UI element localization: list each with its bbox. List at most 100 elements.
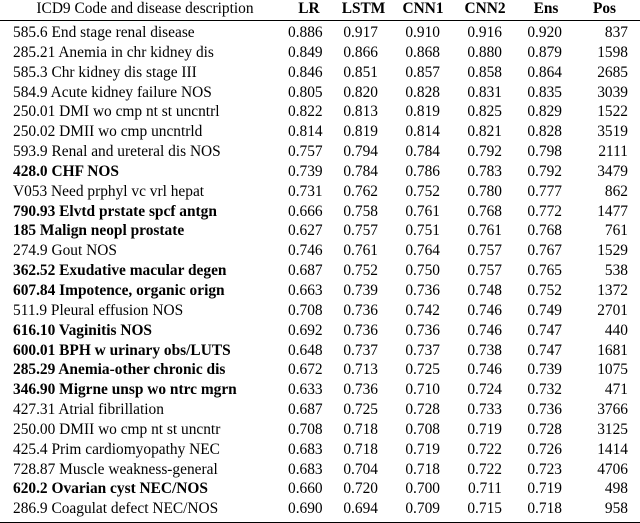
cell-pos: 3519 <box>597 123 628 141</box>
cell-ens: 0.728 <box>527 420 562 438</box>
cell-cnn1: 0.857 <box>405 63 440 81</box>
column-header-lstm: LSTM <box>341 0 386 17</box>
cell-lr: 0.683 <box>288 460 323 478</box>
cell-description: 250.00 DMII wo cmp nt st uncntr <box>13 420 221 438</box>
cell-ens: 0.747 <box>527 341 562 359</box>
column-header-cnn1: CNN1 <box>402 0 444 17</box>
cell-ens: 0.828 <box>527 123 562 141</box>
cell-lr: 0.814 <box>288 123 323 141</box>
cell-lr: 0.805 <box>288 83 323 101</box>
cell-description: 616.10 Vaginitis NOS <box>13 321 152 339</box>
cell-pos: 4706 <box>597 460 628 478</box>
cell-lr: 0.746 <box>288 242 323 260</box>
cell-description: 346.90 Migrne unsp wo ntrc mgrn <box>13 381 237 399</box>
cell-cnn1: 0.725 <box>405 361 440 379</box>
cell-pos: 1414 <box>597 440 628 458</box>
cell-ens: 0.765 <box>527 262 562 280</box>
cell-pos: 3125 <box>597 420 628 438</box>
cell-lr: 0.849 <box>288 43 323 61</box>
cell-lr: 0.633 <box>288 381 323 399</box>
cell-ens: 0.798 <box>527 143 562 161</box>
cell-pos: 1522 <box>597 103 628 121</box>
cell-ens: 0.749 <box>527 301 562 319</box>
table-row: 185 Malign neopl prostate 0.627 0.757 0.751… <box>0 221 640 241</box>
cell-cnn1: 0.736 <box>405 321 440 339</box>
cell-description: 185 Malign neopl prostate <box>13 222 185 240</box>
cell-lstm: 0.917 <box>343 24 378 41</box>
cell-cnn2: 0.746 <box>467 301 502 319</box>
results-table-container: ICD9 Code and disease description LR LST… <box>0 0 640 523</box>
cell-pos: 2701 <box>597 301 628 319</box>
cell-cnn2: 0.724 <box>467 381 502 399</box>
cell-lr: 0.687 <box>288 401 323 419</box>
results-table: ICD9 Code and disease description LR LST… <box>0 0 640 523</box>
cell-lstm: 0.851 <box>343 63 378 81</box>
cell-cnn1: 0.737 <box>405 341 440 359</box>
cell-lr: 0.690 <box>288 500 323 518</box>
cell-lr: 0.886 <box>288 24 323 41</box>
cell-cnn1: 0.710 <box>405 381 440 399</box>
cell-ens: 0.739 <box>527 361 562 379</box>
cell-cnn2: 0.746 <box>467 321 502 339</box>
cell-description: 285.21 Anemia in chr kidney dis <box>13 43 214 61</box>
cell-ens: 0.920 <box>527 24 562 41</box>
cell-cnn1: 0.751 <box>405 222 440 240</box>
table-row: 593.9 Renal and ureteral dis NOS 0.757 0.7… <box>0 142 640 162</box>
cell-cnn2: 0.821 <box>467 123 502 141</box>
cell-description: 362.52 Exudative macular degen <box>13 262 227 280</box>
cell-lstm: 0.758 <box>343 202 378 220</box>
cell-lstm: 0.718 <box>343 420 378 438</box>
table-footer <box>0 520 640 523</box>
cell-lr: 0.687 <box>288 262 323 280</box>
cell-cnn2: 0.780 <box>467 182 502 200</box>
cell-description: 620.2 Ovarian cyst NEC/NOS <box>13 480 208 498</box>
cell-lstm: 0.736 <box>343 301 378 319</box>
table-row: 607.84 Impotence, organic orign 0.663 0.73… <box>0 281 640 301</box>
cell-cnn2: 0.715 <box>467 500 502 518</box>
cell-cnn2: 0.761 <box>467 222 502 240</box>
cell-cnn1: 0.750 <box>405 262 440 280</box>
cell-cnn1: 0.752 <box>405 182 440 200</box>
cell-lr: 0.708 <box>288 301 323 319</box>
table-row: 362.52 Exudative macular degen 0.687 0.752… <box>0 261 640 281</box>
cell-pos: 1598 <box>597 43 628 61</box>
cell-description: 427.31 Atrial fibrillation <box>13 401 164 419</box>
cell-cnn1: 0.786 <box>405 162 440 180</box>
cell-cnn2: 0.746 <box>467 361 502 379</box>
cell-cnn2: 0.733 <box>467 401 502 419</box>
cell-pos: 3766 <box>597 401 628 419</box>
cell-cnn1: 0.719 <box>405 440 440 458</box>
cell-ens: 0.777 <box>527 182 562 200</box>
cell-lr: 0.846 <box>288 63 323 81</box>
cell-lr: 0.822 <box>288 103 323 121</box>
cell-description: 584.9 Acute kidney failure NOS <box>13 83 212 101</box>
table-row: 427.31 Atrial fibrillation 0.687 0.725 0.72… <box>0 400 640 420</box>
cell-lr: 0.672 <box>288 361 323 379</box>
cell-cnn2: 0.792 <box>467 143 502 161</box>
cell-lstm: 0.736 <box>343 381 378 399</box>
column-header-cnn2: CNN2 <box>464 0 506 17</box>
cell-description: 250.02 DMII wo cmp uncntrld <box>13 123 203 141</box>
cell-lstm: 0.739 <box>343 281 378 299</box>
cell-lr: 0.757 <box>288 143 323 161</box>
table-row: 250.00 DMII wo cmp nt st uncntr 0.708 0.71… <box>0 420 640 440</box>
cell-lstm: 0.794 <box>343 143 378 161</box>
cell-lstm: 0.718 <box>343 440 378 458</box>
cell-pos: 2685 <box>597 63 628 81</box>
cell-lr: 0.708 <box>288 420 323 438</box>
cell-pos: 1075 <box>597 361 628 379</box>
cell-ens: 0.864 <box>527 63 562 81</box>
cell-cnn1: 0.910 <box>405 24 440 41</box>
cell-description: 607.84 Impotence, organic orign <box>13 281 225 299</box>
cell-cnn1: 0.761 <box>405 202 440 220</box>
cell-ens: 0.719 <box>527 480 562 498</box>
cell-cnn1: 0.709 <box>405 500 440 518</box>
cell-cnn1: 0.708 <box>405 420 440 438</box>
cell-ens: 0.726 <box>527 440 562 458</box>
table-row: 250.02 DMII wo cmp uncntrld 0.814 0.819 0.8… <box>0 122 640 142</box>
table-row: 585.3 Chr kidney dis stage III 0.846 0.851… <box>0 63 640 83</box>
cell-description: 286.9 Coagulat defect NEC/NOS <box>13 500 219 518</box>
table-row: 285.29 Anemia-other chronic dis 0.672 0.71… <box>0 360 640 380</box>
table-row: 600.01 BPH w urinary obs/LUTS 0.648 0.737 0… <box>0 341 640 361</box>
cell-lr: 0.683 <box>288 440 323 458</box>
